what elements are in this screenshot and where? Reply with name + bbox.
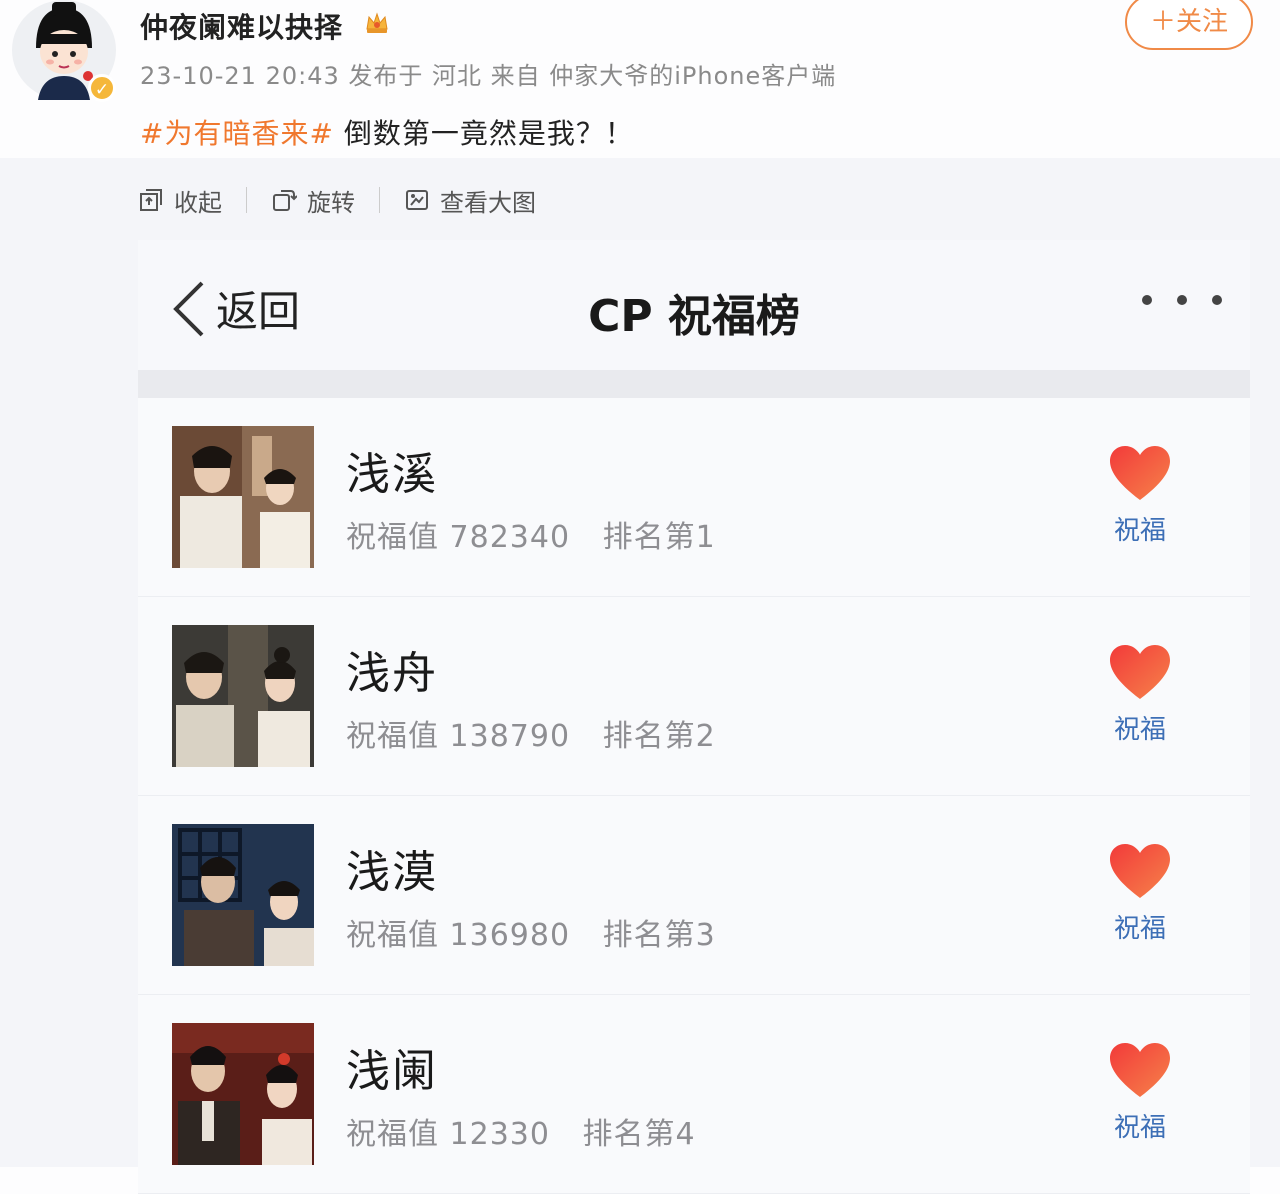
view-large-button[interactable]: 查看大图 [404,183,536,218]
cp-name: 浅舟 [346,648,438,699]
post-meta: 23-10-21 20:43 发布于 河北 来自 仲家大爷的iPhone客户端 [140,62,837,90]
more-dot [1212,295,1222,305]
cp-thumbnail-image [172,625,314,767]
bless-label: 祝福 [1113,1113,1166,1143]
bless-button: 祝福 [1100,842,1180,945]
cp-stats: 祝福值 782340 排名第1 [346,512,716,556]
cp-name: 浅溪 [346,449,438,500]
heart-icon [1110,844,1170,898]
hashtag-link[interactable]: #为有暗香来# [140,117,334,150]
rank-value: 2 [695,719,716,754]
cp-thumbnail [172,1023,314,1165]
more-dot [1177,295,1187,305]
rotate-label: 旋转 [307,188,355,217]
cp-name: 浅阑 [346,1046,438,1097]
rank-value: 3 [695,918,716,953]
rank-label: 排名第 [582,1117,676,1152]
rank-label: 排名第 [602,520,696,555]
cp-name: 浅漠 [346,847,438,898]
cp-thumbnail [172,625,314,767]
bless-label: 祝福 [1113,516,1166,546]
rotate-button[interactable]: 旋转 [271,183,355,218]
verified-badge-icon: ✓ [88,74,116,102]
cp-stats: 祝福值 12330 排名第4 [346,1109,696,1153]
blessing-value-label: 祝福值 [346,918,439,953]
blessing-value-label: 祝福值 [346,520,439,555]
section-divider [138,370,1250,398]
blessing-value-label: 祝福值 [346,1117,439,1152]
crown-icon [366,12,388,33]
post-username[interactable]: 仲夜阑难以抉择 [140,6,343,46]
bless-label: 祝福 [1113,715,1166,745]
blessing-value: 138790 [449,719,571,754]
view-large-icon [406,190,428,210]
cp-ranking-list: 浅溪 祝福值 782340 排名第1 祝福 浅舟 祝福值 138790 排名第2… [138,398,1250,1194]
collapse-icon [140,189,162,211]
post-body: 倒数第一竟然是我？！ [333,117,634,150]
cp-stats: 祝福值 136980 排名第3 [346,910,716,954]
heart-icon [1110,645,1170,699]
image-toolbar: 收起 旋转 查看大图 [138,182,536,218]
blessing-value-label: 祝福值 [346,719,439,754]
bless-button: 祝福 [1100,444,1180,547]
list-item: 浅阑 祝福值 12330 排名第4 祝福 [138,995,1250,1194]
cp-thumbnail-image [172,426,314,568]
more-options-icon [1142,290,1222,310]
more-dot [1142,295,1152,305]
rank-label: 排名第 [602,719,696,754]
rank-value: 4 [675,1117,696,1152]
list-item: 浅漠 祝福值 136980 排名第3 祝福 [138,796,1250,995]
embedded-screenshot[interactable]: 返回 CP 祝福榜 浅溪 祝福值 782340 排名第1 祝福 浅舟 祝福值 1… [138,240,1250,1194]
bless-button: 祝福 [1100,643,1180,746]
collapse-label: 收起 [174,188,222,217]
cp-stats: 祝福值 138790 排名第2 [346,711,716,755]
list-item: 浅溪 祝福值 782340 排名第1 祝福 [138,398,1250,597]
rotate-icon [273,190,297,211]
blessing-value: 136980 [449,918,571,953]
cp-thumbnail-image [172,1023,314,1165]
heart-icon [1110,1043,1170,1097]
blessing-value: 12330 [449,1117,550,1152]
collapse-button[interactable]: 收起 [138,183,222,218]
rank-label: 排名第 [602,918,696,953]
follow-button[interactable]: ＋关注 [1125,0,1253,50]
bless-button: 祝福 [1100,1041,1180,1144]
toolbar-divider [246,187,247,213]
toolbar-divider [379,187,380,213]
heart-icon [1110,446,1170,500]
cp-thumbnail-image [172,824,314,966]
cp-thumbnail [172,824,314,966]
post-text: #为有暗香来# 倒数第一竟然是我？！ [140,112,634,152]
page-title: CP 祝福榜 [588,291,800,342]
cp-thumbnail [172,426,314,568]
rank-value: 1 [695,520,716,555]
list-item: 浅舟 祝福值 138790 排名第2 祝福 [138,597,1250,796]
blessing-value: 782340 [449,520,571,555]
screenshot-nav-bar: 返回 CP 祝福榜 [138,240,1250,370]
bless-label: 祝福 [1113,914,1166,944]
view-large-label: 查看大图 [440,188,536,217]
